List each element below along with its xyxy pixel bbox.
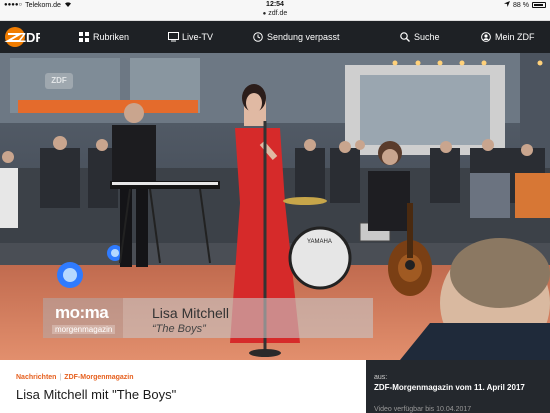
logo-text: ZDF: [18, 30, 40, 45]
zdf-watermark: ZDF: [45, 73, 73, 89]
location-icon: [504, 1, 511, 9]
lock-icon: ●: [262, 11, 267, 17]
source-title[interactable]: ZDF-Morgenmagazin vom 11. April 2017: [374, 383, 544, 393]
battery-percent: 88 %: [513, 1, 529, 9]
video-info: Nachrichten | ZDF-Morgenmagazin Lisa Mitch…: [0, 360, 366, 413]
clock: 12:54: [266, 1, 284, 8]
nav-mein-zdf-label: Mein ZDF: [495, 32, 535, 42]
show-logo-subtitle: morgenmagazin: [52, 325, 116, 334]
nav-suche[interactable]: Suche: [400, 21, 440, 53]
nav-live-tv[interactable]: Live-TV: [168, 21, 213, 53]
song-title: “The Boys”: [152, 323, 206, 335]
nav-rubriken-label: Rubriken: [93, 32, 130, 42]
battery-icon: [532, 2, 546, 8]
user-icon: [481, 32, 491, 42]
nav-suche-label: Suche: [414, 32, 440, 42]
nav-mein-zdf[interactable]: Mein ZDF: [481, 21, 535, 53]
source-label: aus:: [374, 374, 388, 381]
breadcrumb: Nachrichten | ZDF-Morgenmagazin: [16, 374, 134, 381]
show-logo: mo:ma: [55, 303, 109, 322]
clock-icon: [253, 32, 263, 42]
nav-rubriken[interactable]: Rubriken: [79, 21, 129, 53]
availability-text: Video verfügbar bis 10.04.2017: [374, 406, 472, 413]
search-icon: [400, 32, 410, 42]
source-panel[interactable]: aus: ZDF-Morgenmagazin vom 11. April 201…: [366, 360, 550, 413]
nav-sendung-verpasst[interactable]: Sendung verpasst: [253, 21, 340, 53]
zdf-logo[interactable]: ZDF: [4, 26, 43, 48]
svg-text:YAMAHA: YAMAHA: [307, 239, 332, 245]
tv-icon: [168, 32, 179, 42]
page-title: Lisa Mitchell mit "The Boys": [16, 387, 177, 402]
main-navigation: ZDF Rubriken Live-TV Sendung verpasst Su…: [0, 21, 550, 53]
video-player[interactable]: YAMAHA ZDF mo:ma morgenmagazin Lisa Mitc…: [0, 53, 550, 360]
address-bar[interactable]: ● zdf.de: [0, 10, 550, 21]
url-text: zdf.de: [268, 10, 288, 17]
nav-live-tv-label: Live-TV: [182, 32, 214, 42]
artist-name: Lisa Mitchell: [152, 305, 230, 321]
breadcrumb-zdf-morgenmagazin[interactable]: ZDF-Morgenmagazin: [64, 374, 133, 381]
nav-sendung-verpasst-label: Sendung verpasst: [267, 32, 340, 42]
breadcrumb-nachrichten[interactable]: Nachrichten: [16, 374, 56, 381]
grid-icon: [79, 32, 89, 42]
